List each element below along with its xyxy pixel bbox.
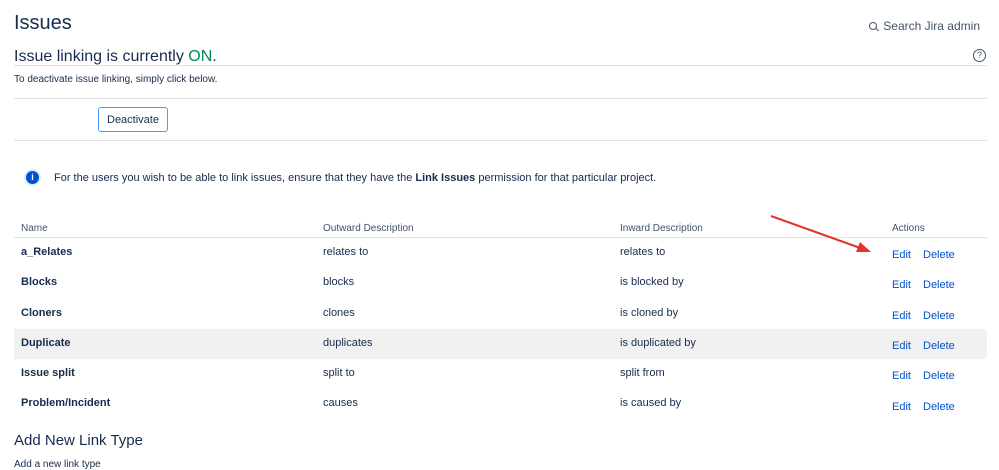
inward-description: is duplicated by	[620, 337, 696, 349]
deactivate-instruction: To deactivate issue linking, simply clic…	[14, 74, 218, 85]
edit-link[interactable]: Edit	[892, 401, 911, 413]
status-value: ON	[188, 48, 213, 65]
table-row: Cloners clones is cloned by Edit Delete	[14, 298, 987, 328]
edit-link[interactable]: Edit	[892, 310, 911, 322]
edit-link[interactable]: Edit	[892, 340, 911, 352]
delete-link[interactable]: Delete	[923, 310, 955, 322]
info-icon: i	[26, 171, 39, 184]
inward-description: split from	[620, 367, 665, 379]
permission-notice: i For the users you wish to be able to l…	[26, 171, 656, 184]
column-header-outward: Outward Description	[323, 223, 414, 234]
help-icon[interactable]: ?	[973, 49, 986, 62]
inward-description: relates to	[620, 246, 666, 258]
delete-link[interactable]: Delete	[923, 401, 955, 413]
add-new-link-type-description: Add a new link type	[14, 459, 101, 470]
inward-description: is caused by	[620, 397, 682, 409]
divider	[14, 98, 987, 99]
table-row: Blocks blocks is blocked by Edit Delete	[14, 268, 987, 298]
link-type-name: Duplicate	[21, 337, 71, 349]
delete-link[interactable]: Delete	[923, 249, 955, 261]
link-type-name: a_Relates	[21, 246, 73, 258]
delete-link[interactable]: Delete	[923, 340, 955, 352]
add-new-link-type-heading: Add New Link Type	[14, 432, 143, 449]
edit-link[interactable]: Edit	[892, 279, 911, 291]
search-icon	[869, 21, 878, 31]
column-header-inward: Inward Description	[620, 223, 703, 234]
divider	[14, 65, 987, 66]
edit-link[interactable]: Edit	[892, 370, 911, 382]
link-type-name: Blocks	[21, 276, 58, 288]
page-title: Issues	[14, 12, 72, 34]
search-jira-admin-label: Search Jira admin	[883, 19, 980, 33]
outward-description: split to	[323, 367, 355, 379]
table-row: Issue split split to split from Edit Del…	[14, 359, 987, 389]
outward-description: duplicates	[323, 337, 373, 349]
outward-description: blocks	[323, 276, 355, 288]
status-heading-suffix: .	[212, 48, 217, 65]
deactivate-button[interactable]: Deactivate	[98, 107, 168, 132]
outward-description: causes	[323, 397, 358, 409]
column-header-actions: Actions	[892, 223, 925, 234]
delete-link[interactable]: Delete	[923, 279, 955, 291]
issue-linking-status-heading: Issue linking is currently ON.	[14, 48, 217, 66]
table-row: Problem/Incident causes is caused by Edi…	[14, 389, 987, 419]
notice-text-before: For the users you wish to be able to lin…	[54, 171, 416, 184]
outward-description: relates to	[323, 246, 369, 258]
link-type-name: Problem/Incident	[21, 397, 111, 409]
link-type-name: Issue split	[21, 367, 75, 379]
link-issues-permission: Link Issues	[415, 171, 476, 184]
search-jira-admin-link[interactable]: Search Jira admin	[869, 19, 980, 33]
divider	[14, 140, 987, 141]
status-heading-prefix: Issue linking is currently	[14, 48, 189, 65]
outward-description: clones	[323, 307, 355, 319]
table-row: a_Relates relates to relates to Edit Del…	[14, 238, 987, 268]
delete-link[interactable]: Delete	[923, 370, 955, 382]
notice-text-after: permission for that particular project.	[475, 171, 657, 184]
inward-description: is cloned by	[620, 307, 679, 319]
link-type-name: Cloners	[21, 307, 62, 319]
permission-notice-text: For the users you wish to be able to lin…	[54, 172, 656, 184]
column-header-name: Name	[21, 223, 48, 234]
table-row: Duplicate duplicates is duplicated by Ed…	[14, 329, 987, 359]
edit-link[interactable]: Edit	[892, 249, 911, 261]
inward-description: is blocked by	[620, 276, 684, 288]
